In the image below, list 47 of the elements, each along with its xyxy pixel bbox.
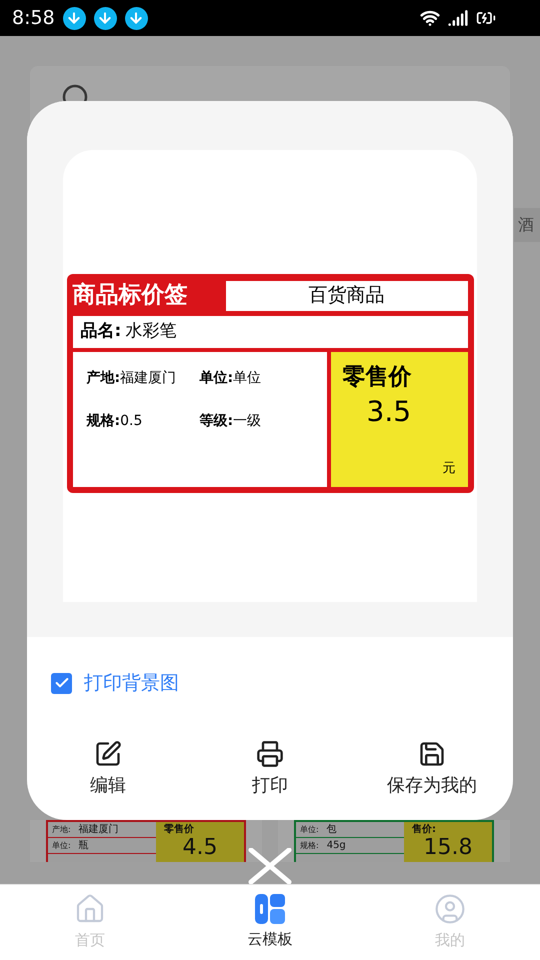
field-label: 等级: <box>200 412 234 430</box>
profile-icon <box>434 893 466 926</box>
field-label: 单位: <box>200 368 234 388</box>
download-icon <box>62 6 86 30</box>
download-icon <box>94 6 117 30</box>
price-value: 15.8 <box>422 837 474 859</box>
printer-icon <box>256 740 284 768</box>
nav-tab[interactable]: 云模板 <box>180 885 360 960</box>
field-label: 单位: <box>52 840 71 852</box>
download-icon <box>124 6 148 30</box>
field-value: 45g <box>326 839 346 853</box>
name-value: 水彩笔 <box>125 320 176 343</box>
field-label: 单位: <box>300 824 319 836</box>
close-button[interactable] <box>247 848 293 884</box>
name-label: 品名: <box>80 320 122 343</box>
tag-category: 百货商品 <box>226 280 468 310</box>
save-icon <box>418 740 446 768</box>
edit-icon <box>94 740 122 768</box>
currency-unit: 元 <box>442 460 456 478</box>
field-value: 瓶 <box>78 839 89 853</box>
action-button[interactable]: 编辑 <box>27 740 189 798</box>
field-label: 规格: <box>300 840 319 852</box>
template-card[interactable]: 产地: 福建厦门 单位: 瓶 零售价 4.5 <box>30 820 262 862</box>
checkbox-label: 打印背景图 <box>84 671 179 696</box>
field-value: 一级 <box>233 412 262 430</box>
field-label: 规格: <box>86 412 120 430</box>
status-time: 8:58 <box>12 6 55 31</box>
price-label: 售价: <box>412 822 437 837</box>
field-value: 包 <box>326 823 337 837</box>
tag-title: 商品标价签 <box>72 281 188 310</box>
field-value: 福建厦门 <box>78 822 119 837</box>
signal-icon <box>448 8 468 28</box>
checkbox[interactable] <box>51 672 72 694</box>
price-value: 3.5 <box>366 398 412 426</box>
field-value: 0.5 <box>120 412 142 430</box>
wifi-icon <box>420 8 440 28</box>
field-value: 福建厦门 <box>120 368 176 388</box>
action-button[interactable]: 打印 <box>189 740 351 798</box>
field-label: 产地: <box>86 368 120 388</box>
template-card[interactable]: 单位: 包 规格: 45g 售价: 15.8 <box>278 820 510 862</box>
price-value: 4.5 <box>182 837 218 859</box>
price-label: 零售价 <box>342 362 412 392</box>
field-value: 单位 <box>233 368 262 388</box>
price-label: 零售价 <box>164 822 195 837</box>
template-grid-icon <box>255 894 285 924</box>
action-button[interactable]: 保存为我的 <box>351 740 513 798</box>
field-label: 产地: <box>52 824 71 836</box>
